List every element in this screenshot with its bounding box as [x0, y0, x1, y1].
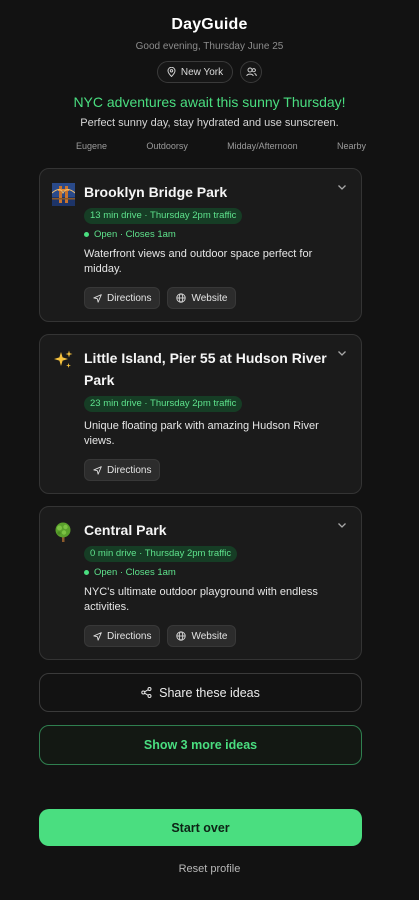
globe-icon — [176, 631, 187, 641]
location-label: New York — [180, 66, 224, 78]
tag-style: Outdoorsy — [146, 141, 188, 151]
weather-tip: Perfect sunny day, stay hydrated and use… — [80, 117, 339, 129]
open-status: Open · Closes 1am — [84, 567, 349, 578]
card-description: NYC's ultimate outdoor playground with e… — [84, 586, 318, 613]
directions-label: Directions — [107, 464, 152, 476]
reset-profile-link[interactable]: Reset profile — [0, 863, 419, 875]
greeting: Good evening, Thursday June 25 — [135, 41, 284, 52]
open-dot-icon — [84, 570, 89, 575]
profile-button[interactable] — [240, 61, 263, 83]
suggestion-card[interactable]: Little Island, Pier 55 at Hudson River P… — [39, 334, 362, 494]
navigation-arrow-icon — [93, 631, 102, 641]
card-title: Little Island, Pier 55 at Hudson River P… — [84, 350, 327, 388]
suggestion-card[interactable]: Central Park 0 min drive · Thursday 2pm … — [39, 506, 362, 660]
bridge-photo-icon — [52, 183, 76, 207]
share-icon — [141, 687, 152, 698]
map-pin-icon — [167, 67, 176, 77]
website-label: Website — [191, 292, 228, 304]
directions-label: Directions — [107, 292, 152, 304]
directions-button[interactable]: Directions — [84, 287, 161, 309]
start-over-button[interactable]: Start over — [39, 809, 362, 846]
app-title: DayGuide — [171, 16, 248, 33]
users-icon — [245, 67, 257, 77]
card-description: Waterfront views and outdoor space perfe… — [84, 248, 313, 275]
tag-time: Midday/Afternoon — [227, 141, 298, 151]
tag-name: Eugene — [76, 141, 108, 151]
card-actions: Directions — [84, 459, 349, 481]
share-button[interactable]: Share these ideas — [39, 673, 362, 712]
profile-tags: Eugene Outdoorsy Midday/Afternoon Nearby — [0, 141, 419, 151]
tree-icon — [52, 521, 76, 545]
website-button[interactable]: Website — [167, 287, 237, 309]
suggestion-list: Brooklyn Bridge Park 13 min drive · Thur… — [39, 168, 362, 672]
globe-icon — [176, 293, 187, 303]
directions-button[interactable]: Directions — [84, 625, 161, 647]
card-actions: Directions Website — [84, 625, 349, 647]
header: DayGuide Good evening, Thursday June 25 … — [0, 0, 419, 151]
open-dot-icon — [84, 232, 89, 237]
website-label: Website — [191, 630, 228, 642]
share-label: Share these ideas — [159, 685, 260, 700]
show-more-button[interactable]: Show 3 more ideas — [39, 725, 362, 765]
open-status-text: Open · Closes 1am — [94, 567, 176, 578]
travel-badge: 23 min drive · Thursday 2pm traffic — [84, 396, 243, 412]
directions-button[interactable]: Directions — [84, 459, 161, 481]
website-button[interactable]: Website — [167, 625, 237, 647]
card-actions: Directions Website — [84, 287, 349, 309]
location-chip[interactable]: New York — [156, 61, 234, 83]
headline: NYC adventures await this sunny Thursday… — [73, 94, 346, 110]
card-title: Central Park — [84, 522, 167, 538]
travel-badge: 0 min drive · Thursday 2pm traffic — [84, 546, 238, 562]
card-title: Brooklyn Bridge Park — [84, 184, 228, 200]
navigation-arrow-icon — [93, 293, 102, 303]
chevron-down-icon[interactable] — [336, 347, 348, 359]
card-description: Unique floating park with amazing Hudson… — [84, 420, 319, 447]
chevron-down-icon[interactable] — [336, 181, 348, 193]
open-status: Open · Closes 1am — [84, 229, 349, 240]
suggestion-card[interactable]: Brooklyn Bridge Park 13 min drive · Thur… — [39, 168, 362, 322]
travel-badge: 13 min drive · Thursday 2pm traffic — [84, 208, 243, 224]
tag-distance: Nearby — [336, 141, 366, 151]
header-chips: New York — [0, 61, 419, 83]
sparkles-icon — [52, 349, 76, 373]
directions-label: Directions — [107, 630, 152, 642]
open-status-text: Open · Closes 1am — [94, 229, 176, 240]
chevron-down-icon[interactable] — [336, 519, 348, 531]
navigation-arrow-icon — [93, 465, 102, 475]
